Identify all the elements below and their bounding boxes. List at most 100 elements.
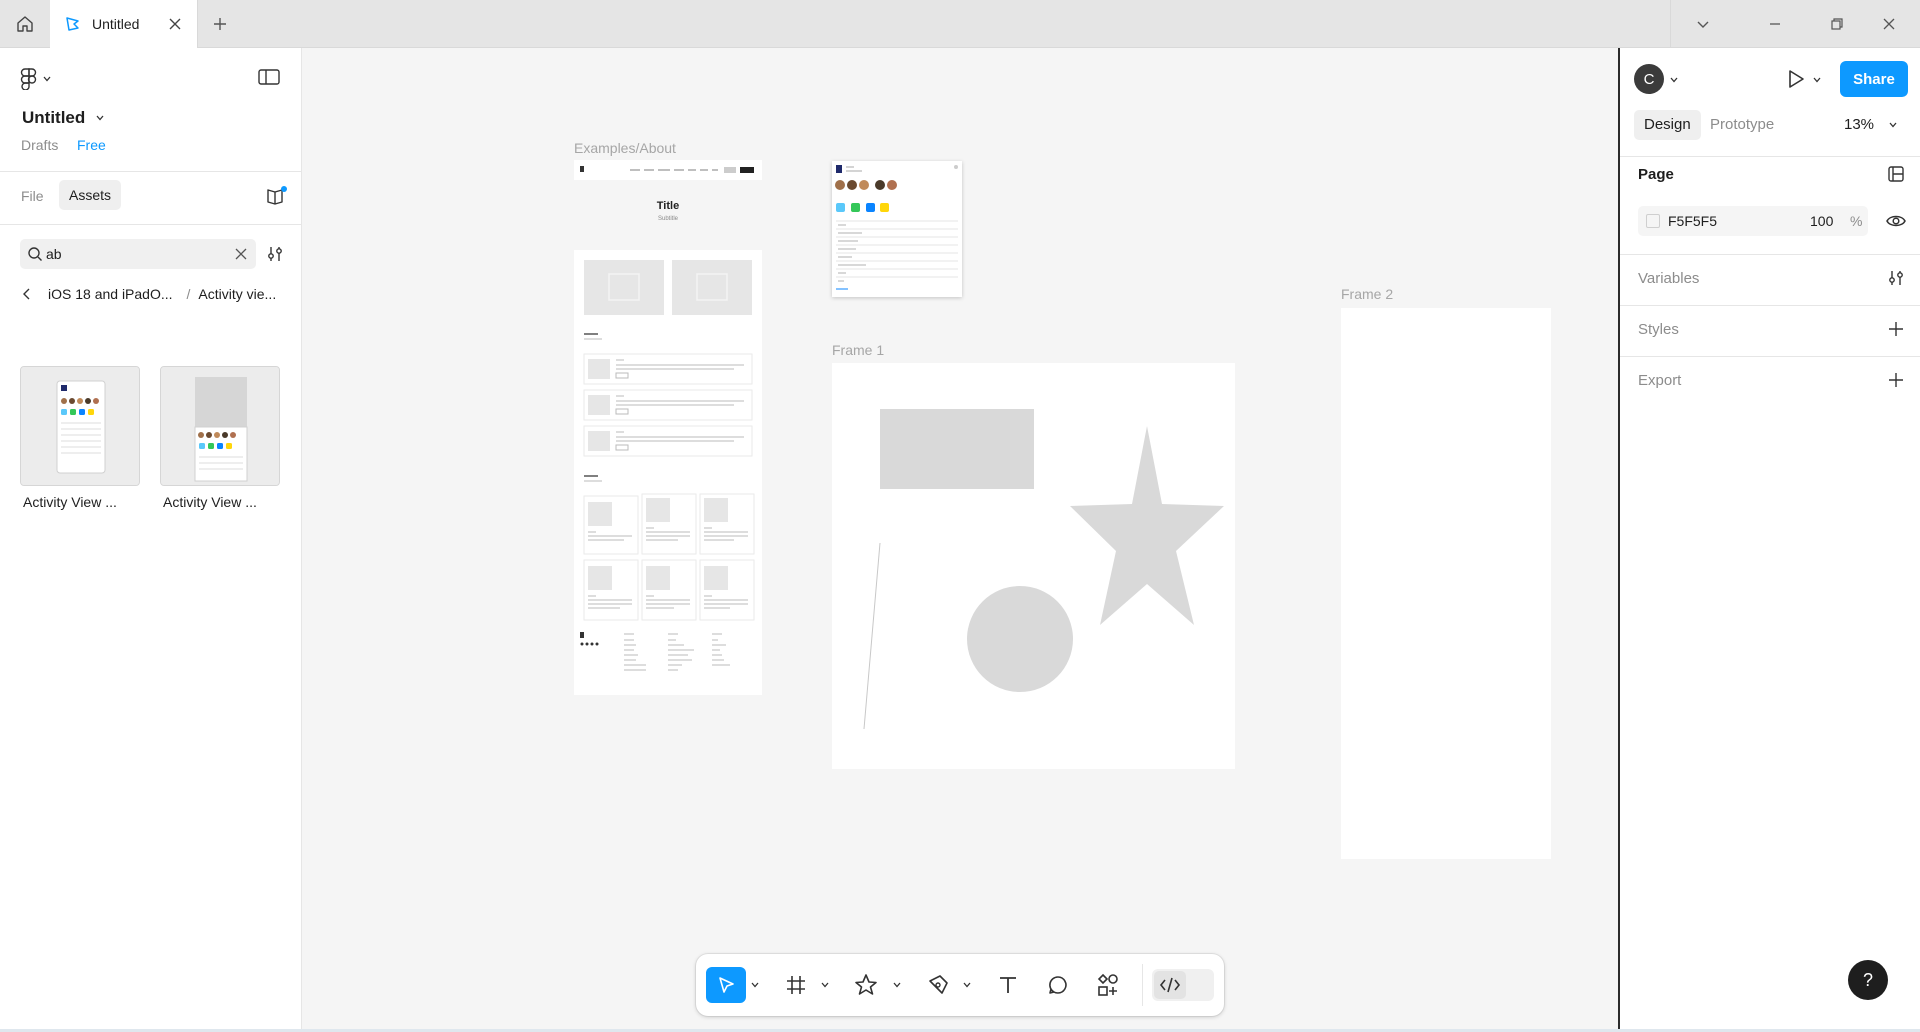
asset-label: Activity View ... [163, 494, 257, 510]
frame-1[interactable] [832, 363, 1235, 769]
tab-assets[interactable]: Assets [59, 180, 122, 210]
tab-prototype[interactable]: Prototype [1710, 110, 1774, 140]
about-content-frame[interactable] [574, 250, 762, 695]
chevron-down-icon [1697, 21, 1709, 28]
filter-icon [268, 247, 282, 261]
divider [1620, 254, 1920, 255]
chevron-down-icon[interactable] [1812, 75, 1822, 85]
move-tool[interactable] [706, 967, 746, 1003]
activity-view-thumbnail-icon [161, 367, 279, 485]
page-fill-field[interactable]: F5F5F5 100 % [1638, 206, 1868, 236]
frame-2[interactable] [1341, 308, 1551, 859]
back-arrow-icon[interactable] [20, 287, 34, 301]
team-library-button[interactable] [266, 186, 288, 205]
asset-thumbnail[interactable] [20, 366, 140, 486]
variables-section-title[interactable]: Variables [1638, 270, 1699, 287]
text-tool[interactable] [990, 967, 1026, 1003]
restore-icon [1831, 18, 1843, 30]
about-nav-frame[interactable] [574, 160, 762, 180]
chevron-down-icon[interactable] [962, 980, 972, 990]
divider [0, 224, 302, 225]
figma-logo-icon [20, 68, 37, 90]
avatar[interactable]: C [1634, 64, 1664, 94]
canvas[interactable]: Examples/About Title Subtitle Frame 1 Fr… [302, 48, 1618, 1032]
color-swatch[interactable] [1646, 214, 1660, 228]
search-input[interactable] [46, 239, 226, 269]
tab-file[interactable]: File [21, 188, 44, 204]
bottom-toolbar [696, 954, 1224, 1016]
fill-opacity-value[interactable]: 100 [1810, 213, 1833, 229]
zoom-menu[interactable]: 13% [1844, 110, 1898, 140]
toolbar-divider [1142, 964, 1143, 1006]
main-menu-button[interactable] [20, 68, 52, 90]
export-section-title[interactable]: Export [1638, 372, 1681, 389]
add-export-button[interactable] [1886, 370, 1906, 390]
home-icon [17, 15, 33, 32]
frame-label[interactable]: Frame 1 [832, 342, 884, 358]
breadcrumb-library[interactable]: iOS 18 and iPadO... [48, 286, 173, 302]
new-tab-button[interactable] [208, 12, 232, 36]
page-settings-button[interactable] [1886, 164, 1906, 184]
fill-opacity-unit: % [1850, 213, 1863, 229]
chevron-down-icon [96, 115, 104, 121]
about-subtitle: Subtitle [657, 216, 678, 222]
shape-tool[interactable] [848, 967, 884, 1003]
figma-file-icon [66, 17, 79, 31]
fill-hex-value[interactable]: F5F5F5 [1668, 213, 1717, 229]
minimize-button[interactable] [1763, 12, 1787, 36]
add-style-button[interactable] [1886, 319, 1906, 339]
pen-tool[interactable] [920, 967, 956, 1003]
asset-thumbnail[interactable] [160, 366, 280, 486]
close-tab-button[interactable] [167, 16, 183, 32]
toggle-sidebar-button[interactable] [258, 68, 280, 86]
variables-button[interactable] [1886, 268, 1906, 288]
chevron-down-icon[interactable] [750, 980, 760, 990]
title-bar: Untitled [0, 0, 1920, 48]
frame-label[interactable]: Frame 2 [1341, 286, 1393, 302]
page-section-title: Page [1638, 166, 1674, 183]
activity-view-instance[interactable] [832, 161, 962, 297]
activity-view-icon [835, 165, 958, 290]
file-name: Untitled [22, 108, 86, 127]
breadcrumb: iOS 18 and iPadO... / Activity vie... [20, 284, 290, 304]
plus-icon [1889, 373, 1903, 387]
close-window-button[interactable] [1877, 12, 1901, 36]
home-button[interactable] [0, 0, 50, 47]
clear-search-icon[interactable] [234, 247, 248, 261]
tab-title: Untitled [92, 16, 140, 32]
divider [0, 171, 302, 172]
file-tab[interactable]: Untitled [50, 0, 198, 48]
chevron-down-icon[interactable] [1669, 75, 1679, 85]
restore-button[interactable] [1825, 12, 1849, 36]
tab-design[interactable]: Design [1634, 110, 1701, 140]
close-icon [169, 18, 181, 30]
asset-label: Activity View ... [23, 494, 117, 510]
library-icon [267, 186, 287, 205]
navigation-bar-icon [580, 166, 754, 173]
help-button[interactable]: ? [1848, 960, 1888, 1000]
divider [1620, 305, 1920, 306]
share-button[interactable]: Share [1840, 61, 1908, 97]
chevron-down-icon[interactable] [892, 980, 902, 990]
tabs-menu-button[interactable] [1691, 12, 1715, 36]
styles-section-title[interactable]: Styles [1638, 321, 1679, 338]
comment-tool[interactable] [1040, 967, 1076, 1003]
about-title: Title [656, 200, 680, 212]
star-icon [855, 974, 877, 995]
frame-label[interactable]: Examples/About [574, 140, 676, 156]
actions-tool[interactable] [1090, 967, 1126, 1003]
page-settings-icon [1888, 166, 1904, 182]
present-play-icon[interactable] [1786, 68, 1806, 90]
chevron-down-icon[interactable] [820, 980, 830, 990]
star-shape [1070, 426, 1224, 625]
frame-tool[interactable] [778, 967, 814, 1003]
eye-icon[interactable] [1886, 211, 1906, 231]
drafts-link[interactable]: Drafts [21, 137, 58, 153]
activity-view-thumbnail-icon [21, 367, 139, 485]
filter-button[interactable] [266, 245, 284, 266]
minimize-icon [1770, 23, 1780, 25]
dev-mode-toggle[interactable] [1152, 969, 1214, 1001]
file-name-menu[interactable]: Untitled [22, 108, 105, 128]
chevron-down-icon [43, 76, 51, 82]
plan-badge[interactable]: Free [77, 137, 106, 153]
